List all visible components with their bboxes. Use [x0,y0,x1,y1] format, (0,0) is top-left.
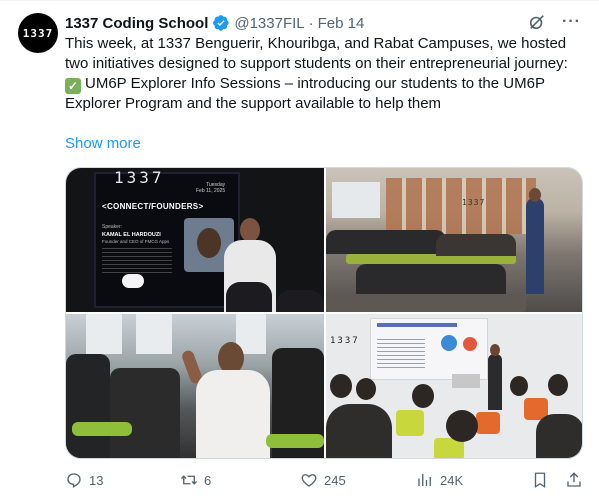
views-chart-icon [418,474,431,486]
presenter-figure [488,344,502,410]
audience-head [510,376,528,396]
screen-title: <CONNECT/FOUNDERS> [102,202,204,211]
audience-head [412,384,434,408]
grok-icon[interactable] [528,13,546,31]
audience-head [356,378,376,400]
green-desk [72,422,132,436]
media-grid: 1337 Tuesday Feb 11, 2025 <CONNECT/FOUNDE… [65,167,583,459]
audience-figure [536,414,582,458]
author-name[interactable]: 1337 Coding School [65,15,208,32]
check-mark-icon: ✓ [65,78,81,94]
chair [476,412,500,434]
repost-button[interactable]: 6 [180,471,211,489]
projected-slide [370,318,488,380]
show-more-link[interactable]: Show more [65,135,141,152]
tweet-top-actions: ··· [528,13,581,31]
screen-brand-text: 1337 [114,168,165,187]
audience-head [548,374,568,396]
photo-presentation-room[interactable]: 1337 [326,314,582,458]
audience-row [356,264,506,294]
reply-icon [67,473,81,488]
wall-logo-text: 1337 [330,336,360,346]
repost-icon [181,475,197,485]
tweet-text-intro: This week, at 1337 Benguerir, Khouribga,… [65,35,568,72]
audience-row [436,234,516,256]
photo-hall-audience[interactable]: 1337 [326,168,582,312]
desk [452,374,480,388]
photo-stage-speaker[interactable]: 1337 Tuesday Feb 11, 2025 <CONNECT/FOUNDE… [66,168,324,312]
badge-logo [122,274,144,288]
window [86,314,122,354]
green-desk [266,434,324,448]
audience-figure [326,404,392,458]
screen-speaker-label: Speaker: [102,224,123,230]
bookmark-button[interactable] [531,471,549,489]
audience-head [276,290,324,312]
more-options-icon[interactable]: ··· [562,13,581,31]
window [332,182,380,218]
repost-count: 6 [204,472,212,488]
verified-badge-icon[interactable] [212,14,230,32]
views-button[interactable]: 24K [416,471,463,489]
share-icon [567,472,581,487]
share-button[interactable] [565,471,583,489]
avatar[interactable]: 1337 [18,13,58,53]
views-count: 24K [440,472,464,488]
audience-head [330,374,352,398]
like-count: 245 [324,472,346,488]
reply-count: 13 [89,472,104,488]
tweet[interactable]: 1337 1337 Coding School @1337FIL · Feb 1… [0,0,599,503]
floor [326,294,526,312]
tweet-text-bullet-label: UM6P Explorer Info Sessions – introducin… [65,75,545,112]
audience-figure [110,368,180,458]
tweet-text-bullet: ✓ UM6P Explorer Info Sessions – introduci… [65,74,585,114]
tweet-actions: 13 6 245 24K [65,471,585,491]
bookmark-icon [534,472,546,489]
brick-wall [386,178,536,234]
screen-body-lines [102,248,172,274]
screen-speaker-role: Founder and CEO of FMCG Apps [102,239,170,244]
reply-button[interactable]: 13 [65,471,103,489]
audience-row [326,230,446,254]
heart-icon [301,474,317,487]
audience-figure [66,354,110,458]
tweet-date[interactable]: Feb 14 [318,15,365,32]
tweet-header: 1337 Coding School @1337FIL · Feb 14 [65,13,364,33]
screen-speaker-name: KAMAL EL HARDOUZI [102,232,161,238]
audience-member-hoodie [196,342,270,458]
avatar-logo-text: 1337 [22,26,54,40]
wall-logo-text: 1337 [462,198,486,207]
screen-date-text: Tuesday Feb 11, 2025 [196,182,226,194]
audience-head [226,282,272,312]
tweet-text: This week, at 1337 Benguerir, Khouribga,… [65,34,585,114]
audience-head [446,410,478,442]
author-handle[interactable]: @1337FIL [234,15,304,32]
chair [396,410,424,436]
photo-audience-question[interactable] [66,314,324,458]
like-button[interactable]: 245 [300,471,346,489]
presenter-figure [526,188,544,294]
separator-dot: · [308,14,314,32]
window [136,314,172,354]
